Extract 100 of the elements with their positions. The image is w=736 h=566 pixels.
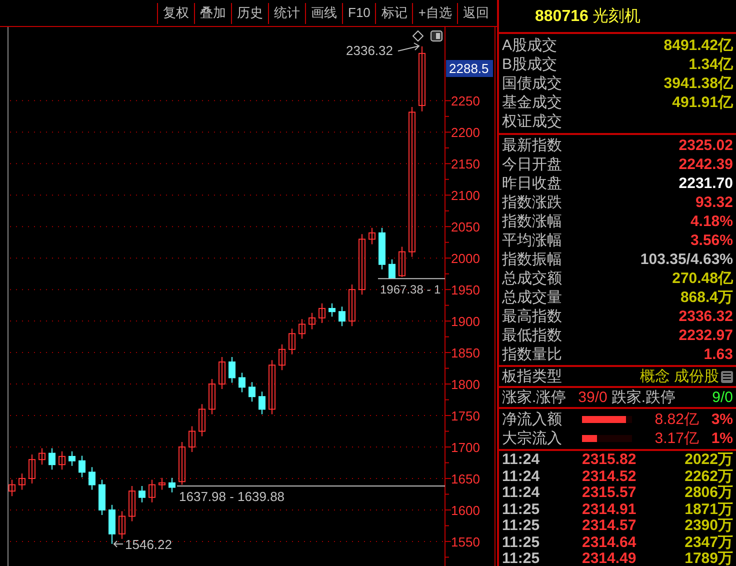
candle	[48, 448, 56, 470]
row-value: 1%	[710, 429, 733, 448]
candle	[148, 479, 156, 503]
candle	[418, 46, 426, 112]
trade-volume: 1871万	[684, 502, 733, 518]
row-value: 2242.39	[678, 155, 733, 174]
low-price-label: 1546.22	[125, 537, 172, 552]
row-value: 39/0	[578, 388, 608, 407]
candle	[228, 356, 236, 384]
trade-time: 11:24	[502, 452, 541, 468]
toolbar-button[interactable]: 统计	[268, 2, 305, 24]
price-range-label: 1637.98 - 1639.88	[179, 489, 285, 504]
candle	[178, 441, 186, 486]
price-axis-label: 1900	[451, 314, 480, 330]
row-value: 9/0	[712, 388, 733, 407]
candle	[138, 486, 146, 503]
row-value: 2325.02	[678, 136, 733, 155]
row-label: 总成交量	[502, 288, 562, 307]
row-label: 大宗流入	[502, 429, 563, 448]
candle	[288, 328, 296, 355]
toolbar-button[interactable]: 历史	[231, 2, 268, 24]
toolbar-button[interactable]: 复权	[157, 2, 194, 24]
row-label: 总成交额	[502, 269, 562, 288]
candle	[198, 404, 206, 437]
trade-price: 2314.52	[582, 468, 636, 485]
row-label: 最新指数	[502, 136, 562, 155]
pointer-arrow-icon	[398, 42, 420, 52]
candle	[258, 391, 266, 415]
row-label: 跌家.跌停	[611, 388, 676, 407]
toolbar-button[interactable]: 叠加	[194, 2, 231, 24]
row-value: 2336.32	[678, 307, 733, 326]
row-value: 3%	[710, 410, 733, 429]
trade-price: 2314.49	[582, 551, 636, 566]
price-axis-label: 2200	[451, 125, 480, 140]
row-label: 指数量比	[502, 345, 562, 364]
candle	[128, 486, 136, 522]
toolbar-button[interactable]: F10	[342, 2, 376, 24]
candle	[188, 426, 196, 453]
price-axis-label: 2000	[451, 251, 480, 266]
trade-time: 11:24	[502, 468, 541, 485]
candle	[358, 234, 366, 296]
toolbar-button[interactable]: 画线	[305, 2, 342, 24]
candle	[78, 455, 86, 478]
candle	[278, 344, 286, 371]
candle	[118, 510, 126, 540]
row-label: 基金成交	[502, 93, 562, 112]
price-axis-label: 1700	[451, 440, 480, 455]
row-value: 8.82亿	[654, 410, 699, 429]
row-value: 2231.70	[678, 174, 733, 193]
candle	[28, 454, 36, 484]
trade-price: 2314.57	[582, 518, 636, 534]
candle	[328, 302, 336, 318]
candle	[348, 284, 356, 327]
price-axis-label: 2250	[451, 94, 480, 109]
row-label: 指数涨跌	[502, 193, 562, 212]
candle	[18, 472, 26, 490]
trade-time: 11:25	[502, 502, 541, 518]
candle	[388, 258, 396, 279]
row-value: 868.4万	[680, 288, 733, 307]
list-icon[interactable]	[721, 370, 733, 382]
row-label: B股成交	[502, 55, 558, 74]
row-label: A股成交	[502, 36, 558, 55]
row-label: 平均涨幅	[502, 231, 562, 250]
candle	[398, 246, 406, 278]
pointer-arrow-icon	[113, 540, 124, 548]
toggle-icon[interactable]	[430, 30, 442, 42]
trade-volume: 2390万	[684, 518, 733, 534]
candle	[378, 227, 386, 270]
trade-price: 2314.91	[582, 502, 636, 518]
row-label: 今日开盘	[502, 155, 562, 174]
price-axis-label: 1850	[451, 346, 480, 361]
row-label: 涨家.涨停	[502, 388, 566, 407]
row-label: 最低指数	[502, 326, 562, 345]
row-value: 491.91亿	[672, 93, 733, 112]
price-range-label: 1967.38 - 1	[380, 282, 441, 297]
trade-price: 2315.82	[582, 452, 636, 468]
candle	[308, 312, 316, 330]
candle	[318, 302, 326, 324]
row-label: 昨日收盘	[502, 174, 562, 193]
candle	[168, 477, 176, 493]
row-value: 8491.42亿	[664, 36, 733, 55]
row-value: 93.32	[695, 193, 733, 212]
candle	[158, 477, 166, 490]
diamond-icon	[412, 30, 424, 42]
candle	[8, 479, 16, 497]
trade-time: 11:25	[502, 534, 541, 551]
candle	[238, 372, 246, 393]
toolbar-button[interactable]: 标记	[375, 2, 412, 24]
toolbar-button[interactable]: 返回	[457, 2, 494, 24]
candle	[68, 450, 76, 466]
trade-price: 2314.64	[582, 534, 636, 551]
row-label: 最高指数	[502, 307, 562, 326]
candle	[368, 227, 376, 245]
price-axis-label: 1750	[451, 408, 480, 424]
row-label: 指数涨幅	[502, 212, 562, 231]
toolbar-button[interactable]: +自选	[412, 2, 457, 24]
high-price-label: 2336.32	[346, 43, 393, 58]
row-value: 3.56%	[690, 231, 733, 250]
row-label: 板指类型	[502, 367, 562, 386]
candle	[108, 504, 116, 544]
